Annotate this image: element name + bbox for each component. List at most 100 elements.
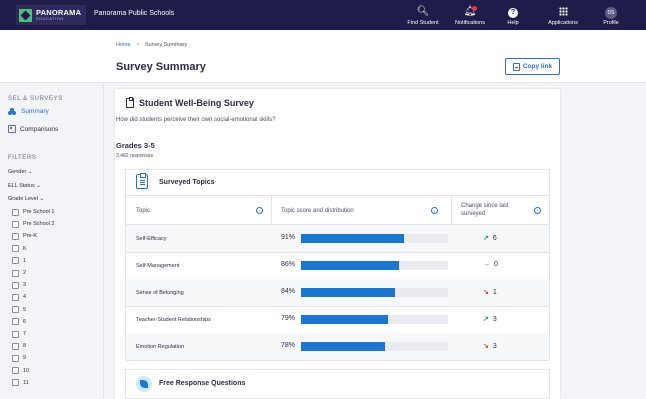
survey-question: How did students perceive their own soci… [116, 117, 276, 123]
grade-option-label: 6 [23, 318, 27, 325]
surveyed-topics-header: Surveyed Topics [126, 170, 549, 196]
grade-checkbox[interactable] [12, 208, 19, 216]
applications-button[interactable]: Applications [540, 5, 586, 26]
grade-option-label: Pre School 1 [23, 209, 55, 215]
grade-checkbox[interactable] [12, 220, 19, 228]
column-header-score: Topic score and distribution [281, 207, 354, 214]
grade-option[interactable]: 3 [12, 281, 26, 289]
change-since-last: ↘ 3 [483, 342, 497, 351]
sidebar-item-comparisons[interactable]: Comparisons [8, 125, 58, 133]
score-bar-track [301, 315, 448, 324]
clipboard-icon [126, 97, 134, 108]
filters-label: FILTERS [8, 155, 37, 161]
grade-checkbox[interactable] [12, 354, 19, 362]
search-icon: 🔍︎ [416, 6, 430, 17]
topics-table-header: Topic i Topic score and distribution i C… [126, 196, 549, 225]
grade-option-label: 7 [23, 331, 27, 337]
grade-option[interactable]: 9 [12, 354, 26, 362]
change-value: 1 [492, 288, 497, 296]
column-header-topic: Topic [136, 207, 151, 214]
change-since-last: ↘ 1 [483, 288, 497, 297]
topic-name: Self-Management [136, 263, 180, 269]
score-bar-fill [301, 342, 385, 351]
grade-checkbox[interactable] [12, 330, 19, 338]
school-name: Panorama Public Schools [94, 10, 175, 17]
change-value: 3 [492, 315, 497, 323]
help-button[interactable]: ? Help [490, 5, 536, 26]
grade-checkbox[interactable] [12, 293, 19, 301]
grade-option[interactable]: 6 [12, 318, 26, 326]
score-bar-track [301, 261, 448, 270]
grade-level-filter[interactable]: Grade Level ⌄ [8, 196, 44, 202]
free-response-panel[interactable]: Free Response Questions [125, 369, 550, 399]
topic-row[interactable]: Teacher-Student Relationships 79% ↗ 3 [126, 306, 549, 334]
change-since-last: ↗ 6 [483, 234, 497, 243]
breadcrumb: Home > Survey Summary [116, 42, 187, 48]
grade-option[interactable]: 7 [12, 330, 26, 338]
avatar: DS [605, 7, 617, 19]
grade-option[interactable]: Pre-K [12, 232, 37, 240]
grade-checkbox[interactable] [12, 306, 19, 314]
trend-arrow-icon: ↗ [483, 316, 489, 323]
grade-checkbox[interactable] [12, 281, 19, 289]
copy-link-button[interactable]: Copy link [505, 58, 560, 75]
notifications-button[interactable]: 🔔︎ Notifications [447, 5, 493, 26]
response-count: 3,482 responses [116, 153, 153, 159]
grade-option[interactable]: K [12, 245, 27, 253]
topic-row[interactable]: Self-Management 86% → 0 [126, 252, 549, 280]
grade-checkbox[interactable] [12, 232, 19, 240]
info-icon[interactable]: i [256, 207, 263, 214]
breadcrumb-current: Survey Summary [144, 42, 188, 48]
grade-checkbox[interactable] [12, 367, 19, 375]
grade-option[interactable]: Pre School 2 [12, 220, 55, 228]
grade-option[interactable]: 11 [12, 379, 29, 387]
grade-option[interactable]: 4 [12, 293, 26, 301]
survey-title: Student Well-Being Survey [126, 97, 254, 108]
grade-option[interactable]: 5 [12, 306, 26, 314]
profile-button[interactable]: DS Profile [588, 5, 634, 26]
breadcrumb-home-link[interactable]: Home [116, 42, 131, 48]
score-bar-track [301, 288, 448, 297]
topic-row[interactable]: Self-Efficacy 91% ↗ 6 [126, 225, 549, 253]
grade-option[interactable]: Pre School 1 [12, 208, 55, 216]
grade-checkbox[interactable] [12, 318, 19, 326]
summary-icon [8, 108, 17, 115]
sidebar-item-summary[interactable]: Summary [8, 108, 49, 115]
panorama-logo[interactable]: PANORAMA EDUCATION [16, 5, 86, 25]
trend-arrow-icon: ↘ [483, 289, 489, 296]
trend-arrow-icon: ↘ [483, 343, 489, 350]
info-icon[interactable]: i [534, 207, 541, 214]
topic-score: 79% [281, 315, 296, 322]
bell-icon: 🔔︎ [463, 6, 477, 17]
free-response-title: Free Response Questions [159, 380, 246, 387]
grade-option[interactable]: 10 [12, 367, 29, 375]
grade-checkbox[interactable] [12, 257, 19, 265]
ell-status-filter[interactable]: ELL Status ⌄ [8, 183, 41, 189]
change-since-last: ↗ 3 [483, 315, 497, 324]
chevron-down-icon: ⌄ [27, 169, 33, 175]
find-student-button[interactable]: 🔍︎ Find Student [400, 5, 446, 26]
topic-name: Self-Efficacy [136, 236, 167, 242]
trend-arrow-icon: ↗ [483, 235, 489, 242]
grade-checkbox[interactable] [12, 379, 19, 387]
column-divider [271, 196, 272, 225]
info-icon[interactable]: i [431, 207, 438, 214]
topic-score: 86% [281, 261, 296, 268]
help-icon: ? [508, 8, 518, 18]
grade-option[interactable]: 2 [12, 269, 26, 277]
breadcrumb-separator: > [136, 42, 140, 48]
grade-checkbox[interactable] [12, 342, 19, 350]
grade-checkbox[interactable] [12, 269, 19, 277]
grade-option-label: 8 [23, 343, 27, 350]
grade-checkbox[interactable] [12, 245, 19, 253]
topic-row[interactable]: Sense of Belonging 84% ↘ 1 [126, 279, 549, 307]
topic-score: 84% [281, 288, 296, 295]
topic-name: Sense of Belonging [136, 290, 184, 296]
score-bar-fill [301, 261, 400, 270]
topic-row[interactable]: Emotion Regulation 78% ↘ 3 [126, 333, 549, 361]
grade-option-label: K [23, 245, 27, 252]
gender-filter[interactable]: Gender ⌄ [8, 169, 33, 175]
grade-option-label: 10 [23, 367, 30, 374]
grade-option[interactable]: 1 [12, 257, 26, 265]
grade-option[interactable]: 8 [12, 342, 26, 350]
